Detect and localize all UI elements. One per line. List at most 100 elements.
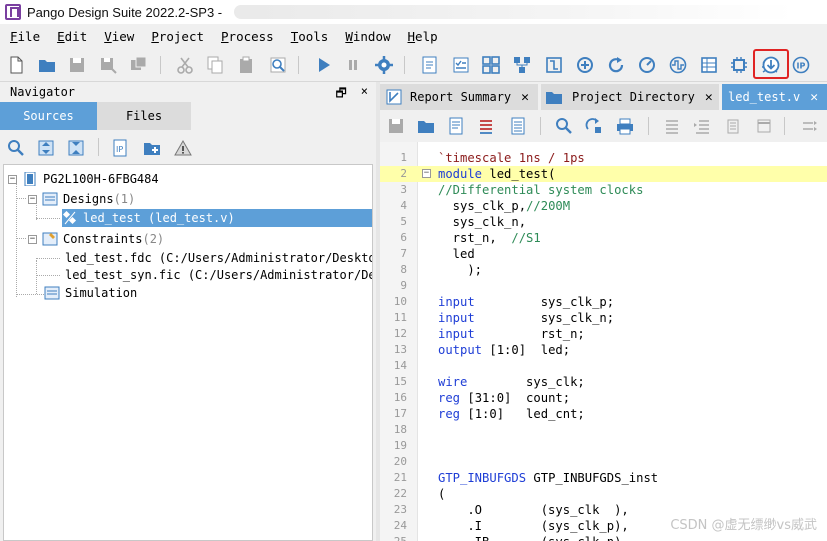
menu-window[interactable]: Window: [345, 29, 390, 44]
search-icon[interactable]: [6, 138, 26, 158]
tree-design-file-row[interactable]: led_test (led_test.v): [62, 209, 372, 227]
tree-syn-fic-file-row[interactable]: led_test_syn.fic (C:/Users/Administrator…: [65, 266, 372, 284]
print-icon[interactable]: [615, 116, 635, 136]
menu-project[interactable]: Project: [151, 29, 204, 44]
code-line[interactable]: 18: [380, 422, 827, 438]
menu-help[interactable]: Help: [408, 29, 438, 44]
code-line[interactable]: 2 − module led_test(: [380, 166, 827, 182]
waveform-icon[interactable]: [668, 55, 688, 75]
collapse-all-icon[interactable]: [66, 138, 86, 158]
outdent-icon[interactable]: [723, 116, 743, 136]
code-line[interactable]: 9: [380, 278, 827, 294]
code-line[interactable]: 19: [380, 438, 827, 454]
code-line[interactable]: 8 );: [380, 262, 827, 278]
collapse-toggle-icon[interactable]: −: [28, 234, 37, 244]
expand-all-icon[interactable]: [36, 138, 56, 158]
code-line[interactable]: 6 rst_n, //S1: [380, 230, 827, 246]
align-left-icon[interactable]: [662, 116, 682, 136]
code-line[interactable]: 3 //Differential system clocks: [380, 182, 827, 198]
grid-icon[interactable]: [481, 55, 501, 75]
tree-device-row[interactable]: − PG2L100H-6FBG484: [8, 170, 159, 188]
save-as-icon[interactable]: [98, 55, 118, 75]
code-line[interactable]: 14: [380, 358, 827, 374]
tree-constraints-row[interactable]: − Constraints (2): [28, 230, 164, 248]
close-tab-icon[interactable]: ✕: [810, 90, 818, 105]
tab-report-summary[interactable]: Report Summary ✕: [380, 84, 538, 110]
close-tab-icon[interactable]: ✕: [705, 90, 713, 105]
checklist-icon[interactable]: [451, 55, 471, 75]
network-icon[interactable]: [512, 55, 532, 75]
pause-icon[interactable]: [343, 55, 363, 75]
edit-document-icon[interactable]: [446, 116, 466, 136]
close-panel-icon[interactable]: ×: [361, 84, 368, 105]
add-source-icon[interactable]: [142, 138, 162, 158]
tab-led-test[interactable]: led_test.v ✕: [722, 84, 827, 110]
report-icon[interactable]: [420, 55, 440, 75]
code-token: module: [438, 167, 483, 181]
code-line[interactable]: 24 .I (sys_clk_p),: [380, 518, 827, 534]
save-icon[interactable]: [386, 116, 406, 136]
menu-file[interactable]: File: [10, 29, 40, 44]
chip-icon[interactable]: [729, 55, 749, 75]
code-line[interactable]: 20: [380, 454, 827, 470]
gauge-icon[interactable]: [637, 55, 657, 75]
code-line[interactable]: 7 led: [380, 246, 827, 262]
menu-view[interactable]: View: [104, 29, 134, 44]
float-panel-icon[interactable]: 🗗: [335, 84, 346, 105]
paste-icon[interactable]: [236, 55, 256, 75]
open-folder-icon[interactable]: [416, 116, 436, 136]
warning-icon[interactable]: [173, 138, 193, 158]
code-line[interactable]: 12 input rst_n;: [380, 326, 827, 342]
refresh-icon[interactable]: [606, 55, 626, 75]
code-editor[interactable]: CSDN @虚无缥缈vs威武 1 `timescale 1ns / 1ps 2− mo…: [380, 142, 827, 541]
indent-icon[interactable]: [692, 116, 712, 136]
code-line[interactable]: 16 reg [31:0] count;: [380, 390, 827, 406]
synthesis-icon[interactable]: [575, 55, 595, 75]
find-icon[interactable]: [268, 55, 288, 75]
table-icon[interactable]: [699, 55, 719, 75]
code-line[interactable]: 15 wire sys_clk;: [380, 374, 827, 390]
tree-designs-row[interactable]: − Designs (1): [28, 190, 135, 208]
menu-process[interactable]: Process: [221, 29, 274, 44]
tab-project-directory[interactable]: Project Directory ✕: [541, 84, 719, 110]
search-icon[interactable]: [554, 116, 574, 136]
replace-icon[interactable]: [584, 116, 604, 136]
menu-tools[interactable]: Tools: [291, 29, 329, 44]
code-line[interactable]: 5 sys_clk_n,: [380, 214, 827, 230]
tab-sources[interactable]: Sources: [0, 102, 97, 130]
format-document-icon[interactable]: [508, 116, 528, 136]
tree-fdc-file-row[interactable]: led_test.fdc (C:/Users/Administrator/Des…: [65, 249, 372, 267]
code-line[interactable]: 17 reg [1:0] led_cnt;: [380, 406, 827, 422]
code-line[interactable]: 23 .O (sys_clk ),: [380, 502, 827, 518]
tree-simulation-row[interactable]: Simulation: [44, 284, 137, 302]
line-number: 21: [393, 471, 407, 484]
menu-edit[interactable]: Edit: [57, 29, 87, 44]
cut-icon[interactable]: [175, 55, 195, 75]
save-icon[interactable]: [67, 55, 87, 75]
collapse-toggle-icon[interactable]: −: [8, 174, 17, 184]
save-all-icon[interactable]: [129, 55, 149, 75]
fold-toggle-icon[interactable]: −: [422, 169, 431, 178]
code-line[interactable]: 11 input sys_clk_n;: [380, 310, 827, 326]
toggle-comment-icon[interactable]: [476, 116, 496, 136]
tab-files[interactable]: Files: [97, 102, 191, 130]
code-line[interactable]: 13 output [1:0] led;: [380, 342, 827, 358]
code-line[interactable]: 10 input sys_clk_p;: [380, 294, 827, 310]
run-icon[interactable]: [314, 55, 334, 75]
copy-icon[interactable]: [205, 55, 225, 75]
close-tab-icon[interactable]: ✕: [521, 90, 529, 105]
ip-icon[interactable]: IP: [791, 55, 811, 75]
collapse-toggle-icon[interactable]: −: [28, 194, 37, 204]
code-line[interactable]: 1 `timescale 1ns / 1ps: [380, 150, 827, 166]
code-line[interactable]: 21 GTP_INBUFGDS GTP_INBUFGDS_inst: [380, 470, 827, 486]
code-line[interactable]: 4 sys_clk_p,//200M: [380, 198, 827, 214]
split-view-icon[interactable]: [800, 116, 820, 136]
settings-icon[interactable]: [374, 55, 394, 75]
ip-icon[interactable]: IP: [110, 138, 130, 158]
code-line[interactable]: 22 (: [380, 486, 827, 502]
block-icon[interactable]: [754, 116, 774, 136]
place-route-icon[interactable]: [544, 55, 564, 75]
code-line[interactable]: 25 .IB (sys_clk_n): [380, 534, 827, 541]
open-folder-icon[interactable]: [37, 55, 57, 75]
new-file-icon[interactable]: [6, 55, 26, 75]
